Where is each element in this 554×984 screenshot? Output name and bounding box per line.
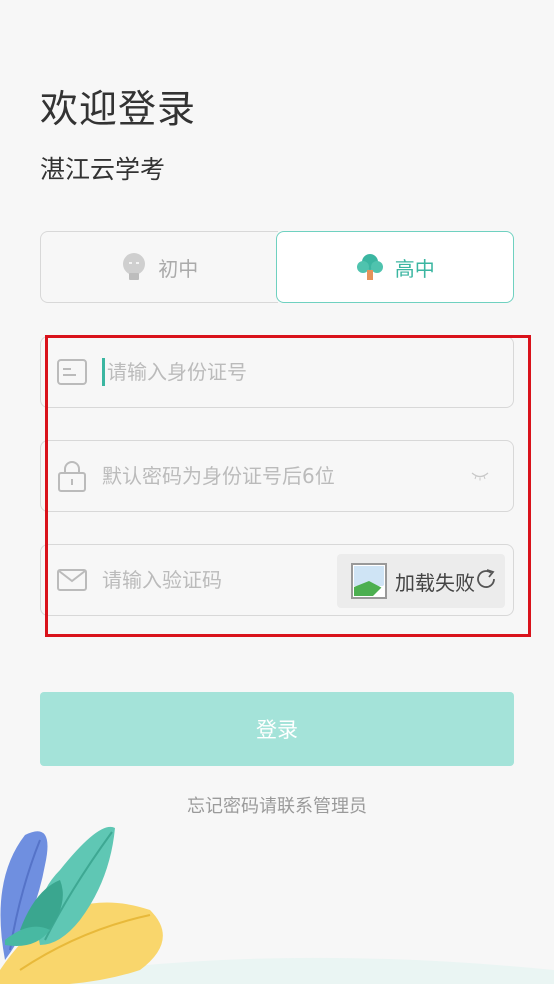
school-level-toggle: 初中 高中 (40, 231, 514, 303)
tab-junior-high[interactable]: 初中 (40, 231, 278, 303)
login-button[interactable]: 登录 (40, 692, 514, 766)
tab-junior-high-label: 初中 (158, 256, 199, 281)
mail-icon (56, 566, 88, 594)
id-card-icon (56, 358, 88, 386)
lightbulb-icon (123, 253, 146, 280)
tree-icon (356, 254, 383, 280)
broken-image-icon (351, 563, 387, 599)
id-number-field (40, 336, 514, 408)
captcha-field: 加载失败 (40, 544, 514, 616)
forgot-password-text: 忘记密码请联系管理员 (187, 796, 367, 817)
id-number-input[interactable] (107, 352, 513, 392)
eye-closed-icon[interactable] (471, 471, 489, 481)
text-cursor (102, 358, 105, 386)
page-subtitle: 湛江云学考 (40, 155, 166, 184)
leaf-decoration (0, 826, 554, 984)
lock-icon (56, 461, 88, 492)
tab-senior-high[interactable]: 高中 (275, 231, 514, 303)
password-input[interactable] (102, 456, 471, 496)
tab-senior-high-label: 高中 (394, 256, 435, 281)
page-title: 欢迎登录 (40, 87, 197, 131)
password-field (40, 440, 514, 512)
refresh-icon[interactable] (475, 568, 499, 590)
captcha-image[interactable]: 加载失败 (337, 554, 505, 608)
captcha-load-failed-text: 加载失败 (395, 570, 475, 595)
